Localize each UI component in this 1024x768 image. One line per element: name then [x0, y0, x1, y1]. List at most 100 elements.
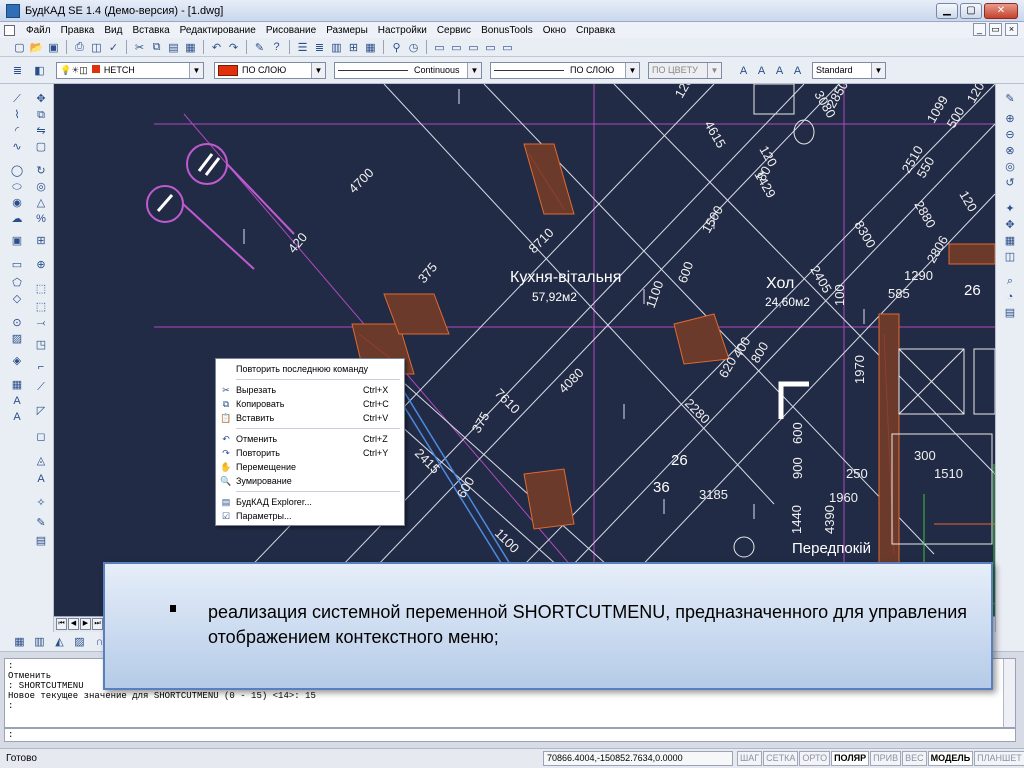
hatch-icon[interactable]: ▨ — [72, 634, 87, 649]
undo-icon[interactable]: ↶ — [209, 40, 224, 55]
toggle-lineweight[interactable]: ВЕС — [902, 751, 927, 766]
menu-item-repeat[interactable]: Повторить последнюю команду — [216, 362, 404, 376]
document-icon[interactable] — [4, 24, 15, 36]
drawing-canvas[interactable]: 4700 420 375 8710 1100 600 620 400 800 7… — [54, 84, 995, 616]
match-properties-icon[interactable]: ▦ — [183, 40, 198, 55]
menu-settings[interactable]: Настройки — [373, 25, 432, 36]
point-icon[interactable]: ⊙ — [10, 316, 24, 330]
ole-icon[interactable]: ▤ — [34, 534, 48, 548]
zoom-previous-icon[interactable]: ↺ — [1003, 176, 1017, 190]
break-icon[interactable]: ⬚ — [34, 300, 48, 314]
text-edit-icon[interactable]: A — [772, 63, 787, 78]
array-icon[interactable]: ⊞ — [34, 234, 48, 248]
donut-icon[interactable]: ◉ — [10, 196, 24, 210]
redo-icon[interactable]: ↷ — [226, 40, 241, 55]
toggle-snap[interactable]: ШАГ — [737, 751, 763, 766]
prev-tab-button[interactable]: ◀ — [68, 618, 79, 630]
menu-bonustools[interactable]: BonusTools — [476, 25, 538, 36]
menu-item-explorer[interactable]: ▤ БудКАД Explorer... — [216, 495, 404, 509]
triangle-icon[interactable]: ◭ — [52, 634, 67, 649]
line-icon[interactable]: ⟋ — [10, 92, 24, 106]
image-icon[interactable]: ✎ — [34, 516, 48, 530]
zoom-out-icon[interactable]: ⊖ — [1003, 128, 1017, 142]
open-icon[interactable]: 📂 — [29, 40, 44, 55]
region-icon[interactable]: ◇ — [10, 292, 24, 306]
xref-icon[interactable]: ✧ — [34, 496, 48, 510]
circle-icon[interactable]: ◯ — [10, 164, 24, 178]
layer-previous-icon[interactable]: ◧ — [32, 63, 47, 78]
snap-icon[interactable]: ⚲ — [389, 40, 404, 55]
menu-view[interactable]: Вид — [99, 25, 127, 36]
menu-file[interactable]: Файл — [21, 25, 56, 36]
command-scrollbar[interactable] — [1003, 659, 1015, 727]
command-input[interactable]: : — [4, 728, 1016, 742]
chevron-down-icon[interactable]: ▼ — [311, 63, 325, 78]
lengthen-icon[interactable]: ⟋ — [34, 380, 48, 394]
polyline-icon[interactable]: ⌇ — [10, 108, 24, 122]
viewport-1-icon[interactable]: ▭ — [432, 40, 447, 55]
find-icon[interactable]: ⌕ — [1003, 274, 1017, 288]
ellipse-icon[interactable]: ⬭ — [10, 180, 24, 194]
menu-item-options[interactable]: ☑ Параметры... — [216, 509, 404, 523]
rectangle-icon[interactable]: ▭ — [10, 258, 24, 272]
mtext-icon[interactable]: A — [754, 63, 769, 78]
menu-item-cut[interactable]: ✂ Вырезать Ctrl+X — [216, 383, 404, 397]
color-dropdown[interactable]: ПО СЛОЮ ▼ — [214, 62, 326, 79]
stretch-icon[interactable]: ⬚ — [34, 282, 48, 296]
scale-icon[interactable]: ◎ — [34, 180, 48, 194]
text-find-icon[interactable]: A — [790, 63, 805, 78]
layer-dropdown[interactable]: 💡☀◫ НЕТСН ▼ — [56, 62, 204, 79]
toggle-model[interactable]: МОДЕЛЬ — [927, 751, 974, 766]
viewport-3-icon[interactable]: ▭ — [466, 40, 481, 55]
regen-icon[interactable]: ◔ — [1003, 290, 1017, 304]
print-icon[interactable]: ⎙ — [72, 40, 87, 55]
menu-item-redo[interactable]: ↷ Повторить Ctrl+Y — [216, 446, 404, 460]
paste-icon[interactable]: ▤ — [166, 40, 181, 55]
next-tab-button[interactable]: ▶ — [80, 618, 91, 630]
designcenter-icon[interactable]: ▥ — [329, 40, 344, 55]
new-icon[interactable]: ▢ — [12, 40, 27, 55]
polygon-icon[interactable]: ⬠ — [10, 276, 24, 290]
menu-item-pan[interactable]: ✋ Перемещение — [216, 460, 404, 474]
layers-icon[interactable]: ≣ — [312, 40, 327, 55]
copy-object-icon[interactable]: ⧉ — [34, 108, 48, 122]
doc-minimize-button[interactable]: _ — [973, 23, 986, 36]
orbit-icon[interactable]: ✦ — [1003, 202, 1017, 216]
chevron-down-icon[interactable]: ▼ — [871, 63, 885, 78]
copy-icon[interactable]: ⧉ — [149, 40, 164, 55]
pencil-icon[interactable]: ✎ — [1003, 92, 1017, 106]
doc-close-button[interactable]: × — [1005, 23, 1018, 36]
offset-icon[interactable]: ▢ — [34, 140, 48, 154]
extend-icon[interactable]: % — [34, 212, 48, 226]
toggle-grid[interactable]: СЕТКА — [763, 751, 799, 766]
distance-icon[interactable]: ⊞ — [346, 40, 361, 55]
wipeout-icon[interactable]: ◬ — [34, 454, 48, 468]
gradient-icon[interactable]: ◈ — [10, 354, 24, 368]
trim-icon[interactable]: △ — [34, 196, 48, 210]
textstyle-dropdown[interactable]: Standard ▼ — [812, 62, 886, 79]
namedviews-icon[interactable]: ▦ — [1003, 234, 1017, 248]
toggle-osnap[interactable]: ПРИВ — [870, 751, 902, 766]
toggle-tablet[interactable]: ПЛАНШЕТ — [974, 751, 1024, 766]
clock-icon[interactable]: ◷ — [406, 40, 421, 55]
close-button[interactable]: ✕ — [984, 3, 1018, 19]
first-tab-button[interactable]: ⏮ — [56, 618, 67, 630]
block-icon[interactable]: ▣ — [10, 234, 24, 248]
calculator-icon[interactable]: ▦ — [363, 40, 378, 55]
spellcheck-icon[interactable]: ✓ — [106, 40, 121, 55]
layer-manager-icon[interactable]: ≣ — [10, 63, 25, 78]
move-icon[interactable]: ✥ — [34, 92, 48, 106]
explode-icon[interactable]: ⊕ — [34, 258, 48, 272]
measure-icon[interactable]: ◸ — [34, 404, 48, 418]
last-tab-button[interactable]: ⏭ — [92, 618, 103, 630]
menu-edit[interactable]: Правка — [56, 25, 100, 36]
pan-icon[interactable]: ✥ — [1003, 218, 1017, 232]
coordinates-display[interactable]: 70866.4004,-150852.7634,0.0000 — [543, 751, 733, 766]
menu-item-zoom[interactable]: 🔍 Зумирование — [216, 474, 404, 488]
text-icon[interactable]: A — [10, 394, 24, 408]
viewport-2-icon[interactable]: ▭ — [449, 40, 464, 55]
editattr-icon[interactable]: A — [34, 472, 48, 486]
spline-icon[interactable]: ∿ — [10, 140, 24, 154]
view-icon[interactable]: ◫ — [1003, 250, 1017, 264]
preview-icon[interactable]: ◫ — [89, 40, 104, 55]
